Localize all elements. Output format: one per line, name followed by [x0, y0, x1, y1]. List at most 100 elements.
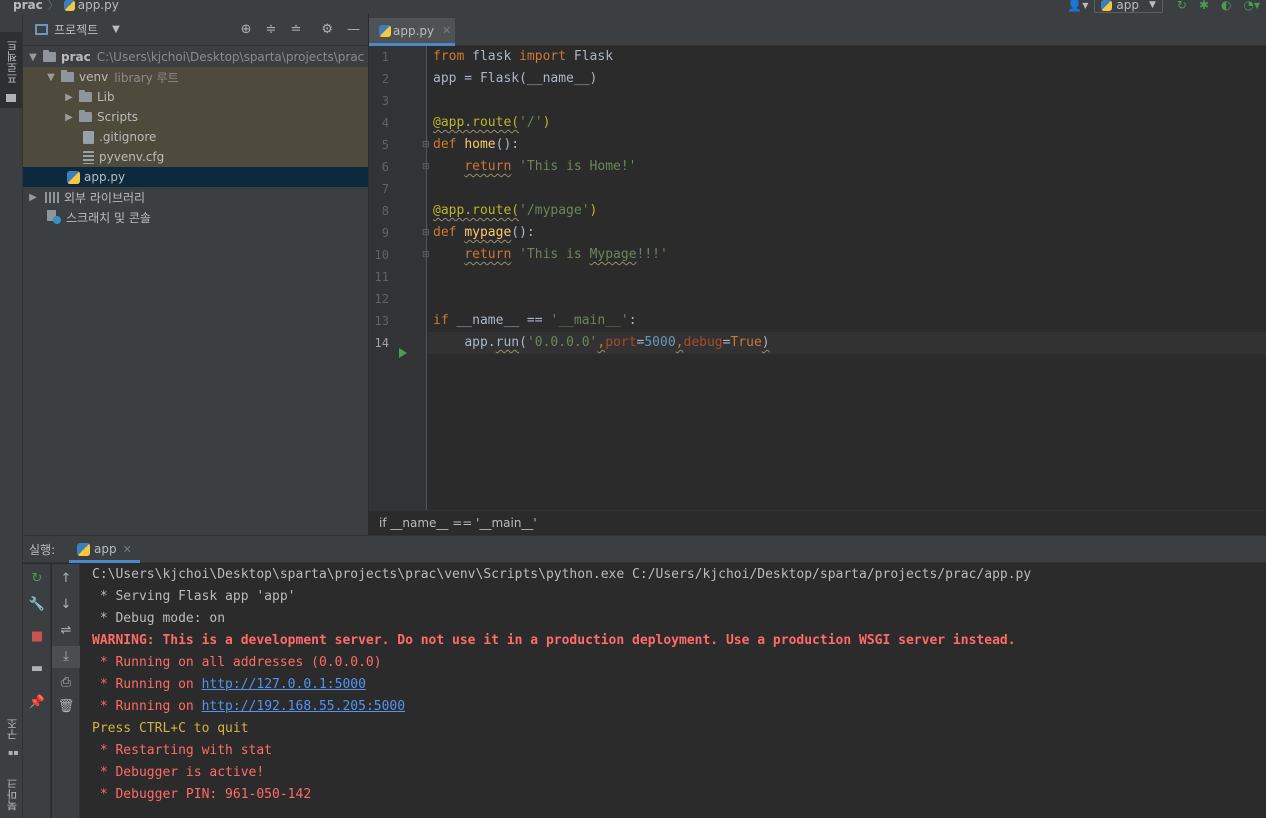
hide-panel-icon[interactable]: —	[347, 22, 360, 37]
arrow-up-icon[interactable]: ↑	[52, 568, 80, 590]
line-number: 8	[381, 204, 389, 218]
expand-all-icon[interactable]: ≑	[266, 22, 277, 37]
tree-item-scratches[interactable]: 스크래치 및 콘솔	[23, 207, 368, 227]
chevron-down-icon[interactable]: ▼	[27, 52, 39, 63]
tree-item-app-py[interactable]: app.py	[23, 167, 368, 187]
project-view-icon	[35, 24, 48, 35]
line-number: 1	[381, 50, 389, 64]
tree-item-label: pyvenv.cfg	[99, 150, 165, 164]
user-icon[interactable]: 👤▾	[1067, 0, 1088, 12]
editor-tab-app-py[interactable]: app.py ✕	[369, 18, 455, 46]
editor-tab-label: app.py	[393, 23, 435, 38]
console-link-lan[interactable]: http://192.168.55.205:5000	[202, 699, 406, 714]
tree-item-label: Lib	[97, 90, 115, 104]
line-number: 13	[374, 314, 389, 328]
console-line: * Debugger is active!	[92, 765, 265, 780]
scratches-icon	[47, 210, 61, 224]
tree-item-gitignore[interactable]: .gitignore	[23, 127, 368, 147]
chevron-down-icon[interactable]: ▼	[45, 72, 57, 83]
run-configuration-select[interactable]: app ▼	[1094, 0, 1163, 13]
editor-breadcrumb-label: if __name__ == '__main__'	[379, 516, 537, 530]
print-icon[interactable]: ⎙	[52, 672, 80, 694]
tree-item-label: Scripts	[97, 110, 139, 124]
structure-tool-label: 구조	[6, 718, 19, 740]
tree-item-label: venv	[79, 70, 109, 84]
project-panel-header: 프로젝트 ▼ ⊕ ≑ ≐ ⚙ —	[23, 14, 368, 46]
chevron-down-icon[interactable]: ▼	[112, 24, 120, 35]
line-number: 3	[381, 94, 389, 108]
run-gutter-icon[interactable]	[399, 348, 407, 358]
library-icon	[45, 191, 59, 203]
arrow-down-icon[interactable]: ↓	[52, 594, 80, 616]
console-line: * Restarting with stat	[92, 743, 273, 758]
stop-icon[interactable]: ■	[23, 626, 51, 648]
tree-item-pyvenv[interactable]: pyvenv.cfg	[23, 147, 368, 167]
debug-icon[interactable]: ✱	[1199, 0, 1209, 12]
python-file-icon	[63, 0, 75, 11]
run-toolbar-secondary: ↑ ↓ ⇌ ⤓ ⎙ 🗑	[52, 564, 80, 818]
coverage-icon[interactable]: ◐	[1221, 0, 1231, 12]
code-line-9: def mypage():	[433, 225, 535, 240]
locate-file-icon[interactable]: ⊕	[241, 22, 252, 37]
folder-icon	[79, 110, 92, 122]
python-icon	[77, 542, 90, 556]
code-line-1: from flask import Flask	[433, 49, 614, 64]
chevron-right-icon[interactable]: ▶	[27, 192, 39, 203]
tree-item-lib[interactable]: ▶ Lib	[23, 87, 368, 107]
left-tool-strip: 프로젝트 구조 ▪▪ 북마크	[0, 14, 23, 818]
chevron-right-icon[interactable]: ▶	[63, 112, 75, 123]
navigation-bar: prac 〉 app.py 👤▾ app ▼ ↻ ✱ ◐ ◔▾	[0, 0, 1266, 14]
project-tool-tab[interactable]: 프로젝트	[0, 32, 22, 108]
soft-wrap-icon[interactable]: ⇌	[52, 620, 80, 642]
tree-item-venv[interactable]: ▼ venv library 루트	[23, 67, 368, 87]
modify-config-icon[interactable]: 🔧	[23, 594, 51, 616]
console-link-localhost[interactable]: http://127.0.0.1:5000	[202, 677, 366, 692]
tree-item-label: 스크래치 및 콘솔	[66, 210, 151, 225]
tree-item-external-libraries[interactable]: ▶ 외부 라이브러리	[23, 187, 368, 207]
scroll-to-end-icon[interactable]: ⤓	[52, 646, 80, 668]
console-line: * Debugger PIN: 961-050-142	[92, 787, 312, 802]
run-console-output[interactable]: C:\Users\kjchoi\Desktop\sparta\projects\…	[81, 564, 1266, 818]
tree-item-label: 외부 라이브러리	[64, 190, 146, 205]
run-tab-app[interactable]: app ✕	[69, 538, 140, 563]
console-line: * Running on all addresses (0.0.0.0)	[92, 655, 382, 670]
line-number: 12	[374, 292, 389, 306]
trash-icon[interactable]: 🗑	[52, 696, 80, 718]
profile-icon[interactable]: ◔▾	[1244, 0, 1261, 12]
bookmarks-tool-label: 북마크	[6, 778, 19, 811]
code-area[interactable]: from flask import Flask app = Flask(__na…	[428, 46, 1266, 510]
line-number: 5	[381, 138, 389, 152]
close-icon[interactable]: ✕	[442, 24, 451, 37]
project-view-selector[interactable]: 프로젝트	[54, 21, 98, 38]
collapse-all-icon[interactable]: ≐	[290, 22, 301, 37]
tree-item-label: prac	[61, 50, 91, 64]
settings-gear-icon[interactable]: ⚙	[321, 22, 333, 37]
chevron-right-icon[interactable]: ▶	[63, 92, 75, 103]
line-number: 9	[381, 226, 389, 240]
editor-breadcrumb[interactable]: if __name__ == '__main__'	[369, 510, 1266, 535]
bookmarks-tool-tab[interactable]: 북마크	[0, 774, 22, 818]
editor-tab-bar: app.py ✕	[369, 14, 1266, 46]
code-line-10: return 'This is Mypage!!!'	[464, 247, 668, 262]
rerun-icon[interactable]: ↻	[1177, 0, 1187, 12]
tree-item-path: C:\Users\kjchoi\Desktop\sparta\projects\…	[96, 50, 365, 64]
structure-tool-tab[interactable]: 구조 ▪▪	[0, 714, 22, 764]
console-line: * Running on http://192.168.55.205:5000	[92, 699, 406, 714]
python-file-icon	[67, 170, 80, 184]
close-icon[interactable]: ✕	[123, 543, 132, 556]
project-tool-label: 프로젝트	[6, 40, 19, 84]
pin-icon[interactable]: 📌	[23, 692, 51, 714]
line-number: 10	[374, 248, 389, 262]
tree-item-note: library 루트	[114, 70, 179, 85]
layout-icon[interactable]: ▬	[23, 658, 51, 680]
tree-item-scripts[interactable]: ▶ Scripts	[23, 107, 368, 127]
project-panel: 프로젝트 ▼ ⊕ ≑ ≐ ⚙ — ▼ prac C:\Users\kjchoi\…	[23, 14, 368, 535]
line-number: 11	[374, 270, 389, 284]
tree-item-prac[interactable]: ▼ prac C:\Users\kjchoi\Desktop\sparta\pr…	[23, 47, 368, 67]
rerun-icon[interactable]: ↻	[23, 568, 51, 590]
code-line-8: @app.route('/mypage')	[433, 203, 598, 218]
breadcrumb-project[interactable]: prac	[13, 0, 43, 12]
breadcrumb-file[interactable]: app.py	[78, 0, 119, 12]
chevron-down-icon: ▼	[1148, 0, 1156, 10]
folder-icon	[79, 90, 92, 102]
